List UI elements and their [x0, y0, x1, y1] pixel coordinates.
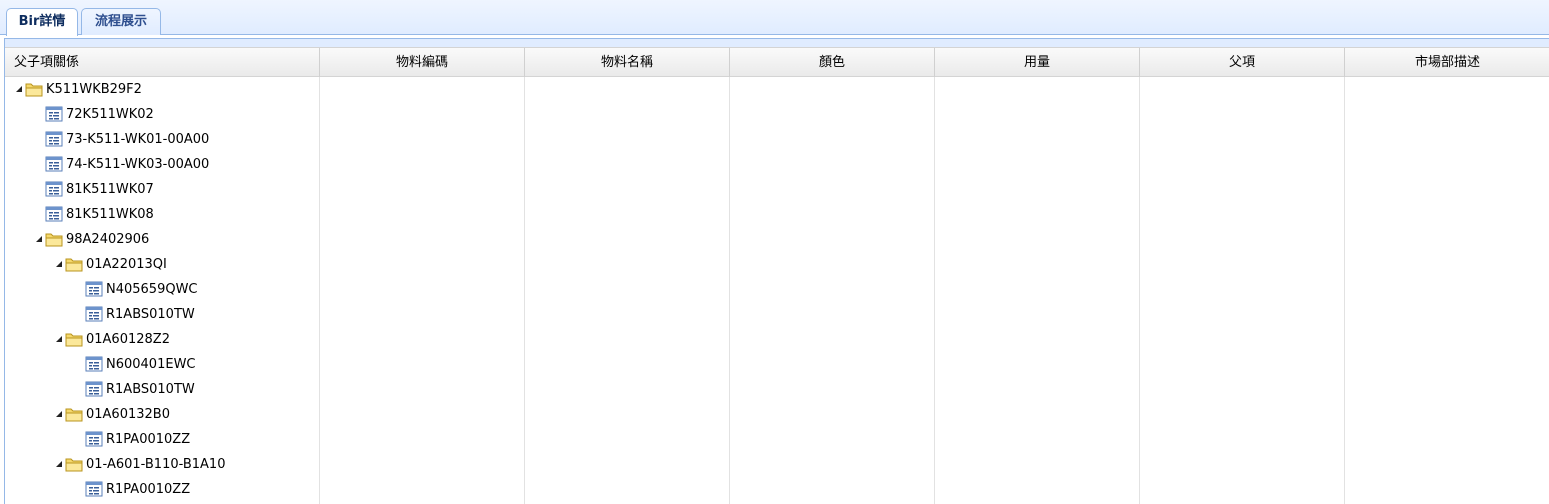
- tab-bar: Bir詳情 流程展示: [0, 0, 1549, 36]
- tree-node-label: 01A60132B0: [86, 407, 170, 422]
- expand-toggle-icon[interactable]: [55, 252, 65, 277]
- grid-header: 父子項關係 物料編碼 物料名稱 顏色 用量 父項 市場部描述: [5, 47, 1549, 77]
- panel-header-strip: [4, 38, 1549, 47]
- tree-row[interactable]: 01A60128Z2: [55, 327, 170, 352]
- document-icon: [85, 381, 103, 397]
- document-icon: [45, 106, 63, 122]
- folder-icon: [65, 331, 83, 347]
- tree-node-label: 98A2402906: [66, 232, 150, 247]
- tree-row[interactable]: 01-A601-B110-B1A10: [55, 452, 225, 477]
- document-icon: [45, 156, 63, 172]
- document-icon: [85, 306, 103, 322]
- folder-icon: [65, 406, 83, 422]
- folder-icon: [45, 231, 63, 247]
- tree-node-label: 01A22013QI: [86, 257, 167, 272]
- column-divider: [1139, 77, 1140, 504]
- column-header-parent[interactable]: 父項: [1140, 48, 1345, 77]
- tree-row[interactable]: 81K511WK07: [35, 177, 154, 202]
- tree-row[interactable]: 01A22013QI: [55, 252, 167, 277]
- document-icon: [45, 181, 63, 197]
- column-header-relation[interactable]: 父子項關係: [5, 48, 320, 77]
- column-header-material-name[interactable]: 物料名稱: [525, 48, 730, 77]
- column-header-marketing-desc[interactable]: 市場部描述: [1345, 48, 1549, 77]
- column-divider: [934, 77, 935, 504]
- bom-tree-grid: 父子項關係 物料編碼 物料名稱 顏色 用量 父項 市場部描述 K511WKB29…: [4, 47, 1549, 504]
- document-icon: [85, 356, 103, 372]
- tree-row[interactable]: R1ABS010TW: [75, 377, 195, 402]
- column-header-color[interactable]: 顏色: [730, 48, 935, 77]
- tree-row[interactable]: 98A2402906: [35, 227, 149, 252]
- tree-node-label: 72K511WK02: [66, 107, 154, 122]
- tab-process-view[interactable]: 流程展示: [81, 8, 161, 35]
- expand-toggle-icon[interactable]: [35, 227, 45, 252]
- tree-node-label: R1PA0010ZZ: [106, 482, 191, 497]
- tree-node-label: 81K511WK08: [66, 207, 154, 222]
- document-icon: [45, 131, 63, 147]
- column-divider: [729, 77, 730, 504]
- tree-row[interactable]: R1ABS010TW: [75, 302, 195, 327]
- tree-node-label: 01A60128Z2: [86, 332, 170, 347]
- tree-row[interactable]: R1PA0010ZZ: [75, 477, 190, 502]
- folder-icon: [65, 256, 83, 272]
- tree-row[interactable]: 81K511WK08: [35, 202, 154, 227]
- tree-row[interactable]: R1PA0010ZZ: [75, 427, 190, 452]
- expand-toggle-icon[interactable]: [55, 452, 65, 477]
- tree-row[interactable]: N600401EWC: [75, 352, 196, 377]
- tree-row[interactable]: 01A60132B0: [55, 402, 170, 427]
- expand-toggle-icon[interactable]: [15, 77, 25, 102]
- tree-row[interactable]: K511WKB29F2: [15, 77, 142, 102]
- tree-row[interactable]: 72K511WK02: [35, 102, 154, 127]
- column-divider: [319, 77, 320, 504]
- column-header-quantity[interactable]: 用量: [935, 48, 1140, 77]
- tree-row[interactable]: 73-K511-WK01-00A00: [35, 127, 209, 152]
- document-icon: [85, 481, 103, 497]
- tree-row[interactable]: 74-K511-WK03-00A00: [35, 152, 209, 177]
- folder-icon: [65, 456, 83, 472]
- column-divider: [524, 77, 525, 504]
- tree-node-label: R1ABS010TW: [106, 382, 195, 397]
- document-icon: [85, 281, 103, 297]
- tree-node-label: N405659QWC: [106, 282, 198, 297]
- column-header-material-code[interactable]: 物料編碼: [320, 48, 525, 77]
- tree-node-label: R1ABS010TW: [106, 307, 195, 322]
- tree-row[interactable]: N405659QWC: [75, 277, 198, 302]
- tree-node-label: N600401EWC: [106, 357, 196, 372]
- tree-node-label: 81K511WK07: [66, 182, 154, 197]
- expand-toggle-icon[interactable]: [55, 402, 65, 427]
- document-icon: [45, 206, 63, 222]
- tree-node-label: 01-A601-B110-B1A10: [86, 457, 226, 472]
- tab-bir-details[interactable]: Bir詳情: [6, 8, 78, 36]
- document-icon: [85, 431, 103, 447]
- expand-toggle-icon[interactable]: [55, 327, 65, 352]
- column-divider: [1344, 77, 1345, 504]
- tree-node-label: R1PA0010ZZ: [106, 432, 191, 447]
- tree-node-label: 73-K511-WK01-00A00: [66, 132, 210, 147]
- tree-node-label: 74-K511-WK03-00A00: [66, 157, 210, 172]
- tree-node-label: K511WKB29F2: [46, 82, 142, 97]
- folder-icon: [25, 81, 43, 97]
